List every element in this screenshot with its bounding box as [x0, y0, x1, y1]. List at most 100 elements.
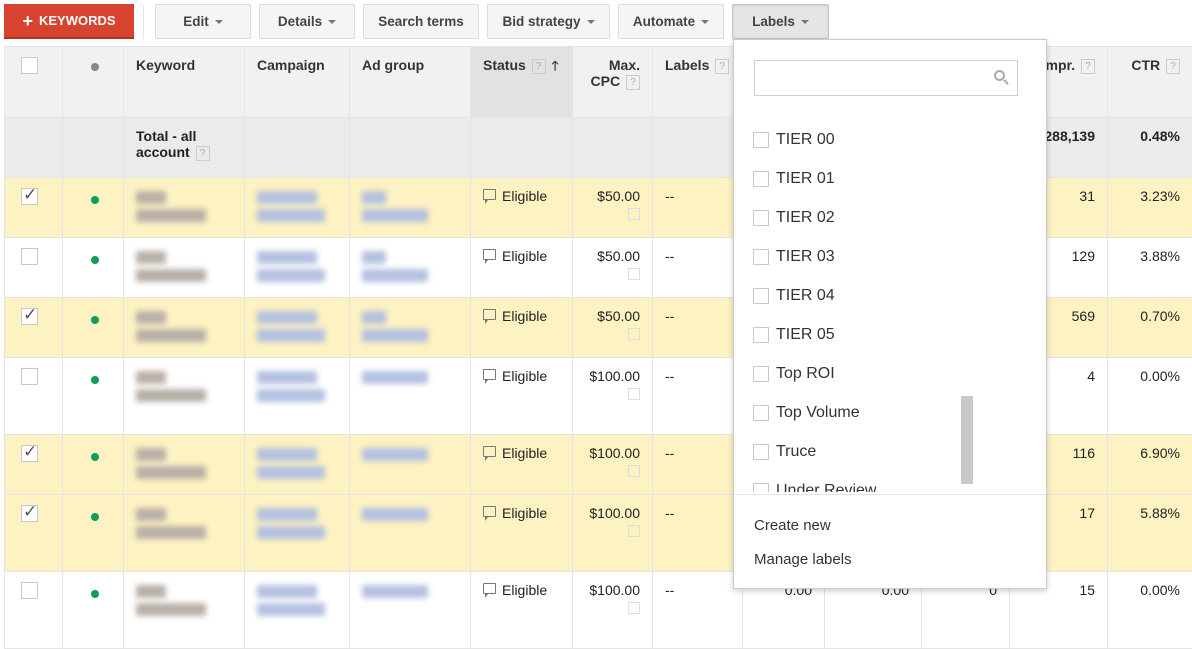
label-option[interactable]: TIER 04 — [734, 276, 1046, 315]
keyword-cell[interactable] — [123, 494, 245, 572]
ad-group-cell[interactable] — [349, 177, 471, 238]
max-cpc-cell[interactable]: $100.00 — [572, 434, 653, 495]
max-cpc-cell[interactable]: $100.00 — [572, 571, 653, 649]
status-text: Eligible — [502, 308, 548, 324]
label-option[interactable]: Under Review — [734, 471, 1046, 492]
label-checkbox[interactable] — [753, 365, 769, 382]
max-cpc-cell[interactable]: $50.00 — [572, 177, 653, 238]
add-keywords-button[interactable]: + KEYWORDS — [4, 4, 134, 39]
header-keyword[interactable]: Keyword — [123, 46, 245, 118]
label-checkbox[interactable] — [753, 326, 769, 343]
row-checkbox[interactable] — [21, 305, 38, 325]
ad-group-cell[interactable] — [349, 434, 471, 495]
ad-group-cell[interactable] — [349, 571, 471, 649]
header-ad-group[interactable]: Ad group — [349, 46, 471, 118]
edit-icon[interactable] — [628, 268, 640, 280]
edit-button[interactable]: Edit — [155, 4, 251, 39]
edit-icon[interactable] — [628, 328, 640, 340]
label-option[interactable]: TIER 05 — [734, 315, 1046, 354]
create-new-label-link[interactable]: Create new — [754, 517, 831, 534]
ad-group-cell[interactable] — [349, 297, 471, 358]
header-status[interactable]: Status ? 🡑 — [470, 46, 573, 118]
help-icon[interactable]: ? — [626, 74, 640, 90]
header-max-cpc[interactable]: Max. CPC ? — [572, 46, 653, 118]
campaign-cell[interactable] — [244, 494, 350, 572]
chevron-down-icon — [214, 19, 223, 24]
keyword-cell[interactable] — [123, 434, 245, 495]
edit-icon[interactable] — [628, 388, 640, 400]
select-all-checkbox[interactable] — [21, 57, 38, 74]
edit-icon[interactable] — [628, 602, 640, 614]
speech-bubble-icon[interactable] — [483, 505, 496, 521]
help-icon[interactable]: ? — [1166, 58, 1180, 74]
help-icon[interactable]: ? — [715, 58, 730, 74]
manage-labels-link[interactable]: Manage labels — [754, 551, 852, 568]
label-option[interactable]: TIER 00 — [734, 120, 1046, 159]
campaign-cell[interactable] — [244, 434, 350, 495]
row-checkbox[interactable] — [21, 582, 38, 599]
keyword-cell[interactable] — [123, 357, 245, 435]
max-cpc-cell[interactable]: $100.00 — [572, 494, 653, 572]
label-option[interactable]: Top ROI — [734, 354, 1046, 393]
campaign-cell[interactable] — [244, 237, 350, 298]
edit-icon[interactable] — [628, 208, 640, 220]
campaign-cell[interactable] — [244, 357, 350, 435]
row-checkbox[interactable] — [21, 442, 38, 462]
label-option[interactable]: TIER 02 — [734, 198, 1046, 237]
speech-bubble-icon[interactable] — [483, 445, 496, 461]
automate-button[interactable]: Automate — [618, 4, 724, 39]
keyword-cell[interactable] — [123, 237, 245, 298]
details-button[interactable]: Details — [259, 4, 355, 39]
blurred-link — [257, 448, 317, 461]
ad-group-cell[interactable] — [349, 357, 471, 435]
label-checkbox[interactable] — [753, 482, 769, 492]
speech-bubble-icon[interactable] — [483, 368, 496, 384]
max-cpc-cell[interactable]: $100.00 — [572, 357, 653, 435]
label-checkbox[interactable] — [753, 248, 769, 265]
header-campaign[interactable]: Campaign — [244, 46, 350, 118]
help-icon[interactable]: ? — [531, 58, 546, 74]
search-terms-button[interactable]: Search terms — [363, 4, 479, 39]
label-checkbox[interactable] — [753, 443, 769, 460]
row-checkbox[interactable] — [21, 368, 38, 385]
ad-group-cell[interactable] — [349, 237, 471, 298]
header-ctr[interactable]: CTR ? — [1107, 46, 1192, 118]
label-option-text: TIER 05 — [776, 325, 835, 343]
label-search-input[interactable] — [754, 60, 1018, 96]
labels-button[interactable]: Labels — [732, 4, 829, 39]
header-labels[interactable]: Labels ? — [652, 46, 743, 118]
edit-icon[interactable] — [628, 465, 640, 477]
bid-strategy-button[interactable]: Bid strategy — [487, 4, 610, 39]
help-icon[interactable]: ? — [195, 145, 210, 161]
label-list-scrollbar[interactable] — [961, 396, 973, 484]
speech-bubble-icon[interactable] — [483, 308, 496, 324]
edit-icon[interactable] — [628, 525, 640, 537]
max-cpc-cell[interactable]: $50.00 — [572, 297, 653, 358]
keyword-cell[interactable] — [123, 571, 245, 649]
label-option[interactable]: TIER 03 — [734, 237, 1046, 276]
ad-group-cell[interactable] — [349, 494, 471, 572]
label-checkbox[interactable] — [753, 404, 769, 421]
label-checkbox[interactable] — [753, 287, 769, 304]
keyword-cell[interactable] — [123, 297, 245, 358]
campaign-cell[interactable] — [244, 571, 350, 649]
row-checkbox[interactable] — [21, 502, 38, 522]
keyword-cell[interactable] — [123, 177, 245, 238]
label-checkbox[interactable] — [753, 131, 769, 148]
speech-bubble-icon[interactable] — [483, 582, 496, 598]
help-icon[interactable]: ? — [1081, 58, 1095, 74]
max-cpc-cell[interactable]: $50.00 — [572, 237, 653, 298]
speech-bubble-icon[interactable] — [483, 188, 496, 204]
label-checkbox[interactable] — [753, 209, 769, 226]
label-option[interactable]: Truce — [734, 432, 1046, 471]
label-list: TIER 00 TIER 01 TIER 02 TIER 03 TIER 04 TIER … — [734, 120, 1046, 492]
label-option[interactable]: Top Volume — [734, 393, 1046, 432]
label-option[interactable]: TIER 01 — [734, 159, 1046, 198]
campaign-cell[interactable] — [244, 297, 350, 358]
details-label: Details — [277, 14, 323, 29]
campaign-cell[interactable] — [244, 177, 350, 238]
row-checkbox[interactable] — [21, 185, 38, 205]
row-checkbox[interactable] — [21, 248, 38, 265]
speech-bubble-icon[interactable] — [483, 248, 496, 264]
label-checkbox[interactable] — [753, 170, 769, 187]
